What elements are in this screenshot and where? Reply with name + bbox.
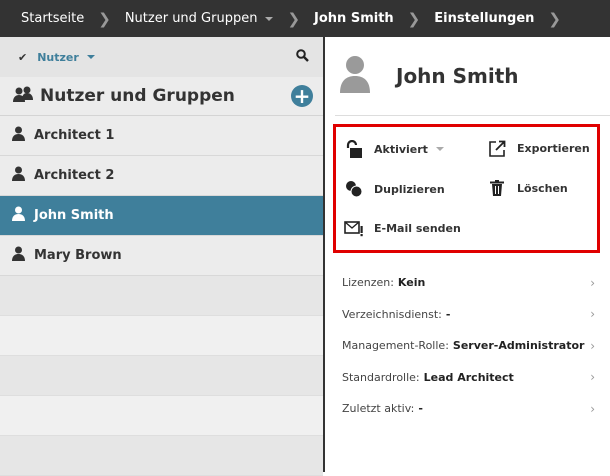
user-list-item[interactable]: Mary Brown — [0, 236, 323, 276]
breadcrumb-nutzer-und-gruppen[interactable]: Nutzer und Gruppen — [125, 11, 258, 26]
user-icon — [12, 206, 25, 225]
user-list-item[interactable]: Architect 1 — [0, 116, 323, 156]
property-label: Zuletzt aktiv: — [342, 402, 415, 416]
chevron-right-icon: ❯ — [98, 9, 111, 28]
user-list-item[interactable]: Architect 2 — [0, 156, 323, 196]
email-alert-icon — [344, 220, 364, 237]
property-value: Kein — [397, 276, 426, 290]
property-licenses[interactable]: Lizenzen: Kein › — [342, 267, 595, 299]
chevron-right-icon: › — [590, 401, 595, 416]
empty-row — [0, 396, 323, 436]
property-value: - — [418, 402, 423, 416]
send-email-button[interactable]: E-Mail senden — [344, 220, 461, 237]
delete-button[interactable]: Löschen — [487, 180, 568, 196]
delete-label: Löschen — [517, 181, 568, 195]
chevron-down-icon[interactable] — [86, 55, 95, 59]
property-value: Lead Architect — [423, 370, 514, 384]
user-detail-panel: John Smith Aktiviert Exportieren Duplizi… — [325, 37, 610, 472]
property-label: Verzeichnisdienst: — [342, 307, 442, 321]
user-icon — [12, 246, 25, 265]
chevron-right-icon: › — [590, 370, 595, 385]
actions-box: Aktiviert Exportieren Duplizieren Lösche… — [333, 124, 600, 253]
user-avatar-icon — [340, 55, 370, 97]
chevron-right-icon: › — [590, 307, 595, 322]
empty-rows — [0, 276, 323, 476]
activate-dropdown[interactable]: Aktiviert — [344, 140, 444, 158]
breadcrumb-einstellungen[interactable]: Einstellungen — [434, 11, 534, 26]
user-name: John Smith — [34, 208, 114, 223]
user-name: Architect 2 — [34, 168, 115, 183]
chevron-right-icon: ❯ — [548, 9, 561, 28]
export-label: Exportieren — [517, 142, 590, 155]
user-icon — [12, 126, 25, 145]
empty-row — [0, 276, 323, 316]
user-header: John Smith — [335, 37, 610, 116]
group-title: Nutzer und Gruppen — [40, 86, 235, 106]
send-email-label: E-Mail senden — [374, 222, 461, 235]
chevron-right-icon: › — [590, 338, 595, 353]
users-panel: ✔ Nutzer Nutzer und Gruppen + Architect … — [0, 37, 323, 476]
property-last-active[interactable]: Zuletzt aktiv: - › — [342, 393, 595, 425]
export-button[interactable]: Exportieren — [487, 140, 590, 157]
users-group-icon — [12, 85, 34, 108]
check-icon: ✔ — [18, 50, 28, 64]
empty-row — [0, 316, 323, 356]
property-default-role[interactable]: Standardrolle: Lead Architect › — [342, 362, 595, 394]
user-name-title: John Smith — [396, 64, 519, 88]
property-value: - — [445, 307, 451, 321]
search-icon[interactable] — [296, 49, 309, 65]
duplicate-label: Duplizieren — [374, 182, 445, 196]
user-name: Architect 1 — [34, 128, 115, 143]
user-icon — [12, 166, 25, 185]
chevron-right-icon: ❯ — [407, 9, 421, 28]
duplicate-icon — [344, 180, 364, 198]
user-list-item-selected[interactable]: John Smith — [0, 196, 323, 236]
property-value: Server-Administrator — [452, 339, 585, 353]
properties-list: Lizenzen: Kein › Verzeichnisdienst: - › Mana… — [342, 267, 595, 425]
empty-row — [0, 356, 323, 396]
dropdown-caret-icon[interactable] — [265, 16, 274, 21]
property-directory-service[interactable]: Verzeichnisdienst: - › — [342, 299, 595, 331]
activate-label: Aktiviert — [374, 142, 428, 156]
user-name: Mary Brown — [34, 248, 122, 263]
breadcrumb-startseite[interactable]: Startseite — [21, 11, 84, 26]
empty-row — [0, 436, 323, 476]
trash-icon — [487, 180, 507, 196]
chevron-right-icon: › — [590, 275, 595, 290]
duplicate-button[interactable]: Duplizieren — [344, 180, 445, 198]
add-user-button[interactable]: + — [291, 85, 313, 107]
property-label: Lizenzen: — [342, 276, 394, 290]
filter-dropdown[interactable]: Nutzer — [37, 51, 79, 64]
breadcrumb-john-smith[interactable]: John Smith — [314, 11, 394, 26]
property-label: Standardrolle: — [342, 370, 420, 384]
chevron-right-icon: ❯ — [287, 9, 301, 28]
group-header: Nutzer und Gruppen + — [0, 77, 323, 116]
export-icon — [487, 140, 507, 157]
breadcrumb: Startseite ❯ Nutzer und Gruppen ❯ John Smi… — [0, 0, 610, 37]
unlock-icon — [344, 140, 364, 158]
property-management-role[interactable]: Management-Rolle: Server-Administrator › — [342, 330, 595, 362]
chevron-down-icon — [435, 147, 444, 151]
property-label: Management-Rolle: — [342, 339, 449, 353]
filter-bar: ✔ Nutzer — [0, 37, 323, 77]
